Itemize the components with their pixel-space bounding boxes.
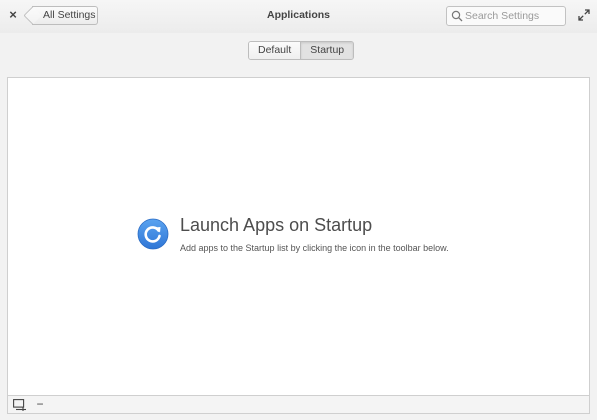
remove-app-button[interactable]: − (35, 397, 45, 411)
settings-window: × All Settings Applications Default Star… (0, 0, 597, 420)
mode-switch: Default Startup (248, 41, 355, 60)
search-box[interactable] (446, 6, 566, 26)
refresh-circle-icon (137, 218, 169, 250)
mode-startup-button[interactable]: Startup (300, 42, 354, 59)
mode-default-button[interactable]: Default (249, 42, 301, 59)
bottom-toolbar: − (7, 396, 590, 414)
search-icon (451, 10, 463, 22)
startup-list-area: Launch Apps on Startup Add apps to the S… (7, 77, 590, 396)
placeholder-subtitle: Add apps to the Startup list by clicking… (180, 243, 449, 253)
placeholder-title: Launch Apps on Startup (180, 215, 373, 235)
header-bar: × All Settings Applications (0, 0, 597, 33)
search-input[interactable] (465, 9, 561, 23)
maximize-icon[interactable] (578, 9, 590, 21)
add-app-icon[interactable] (13, 399, 26, 411)
